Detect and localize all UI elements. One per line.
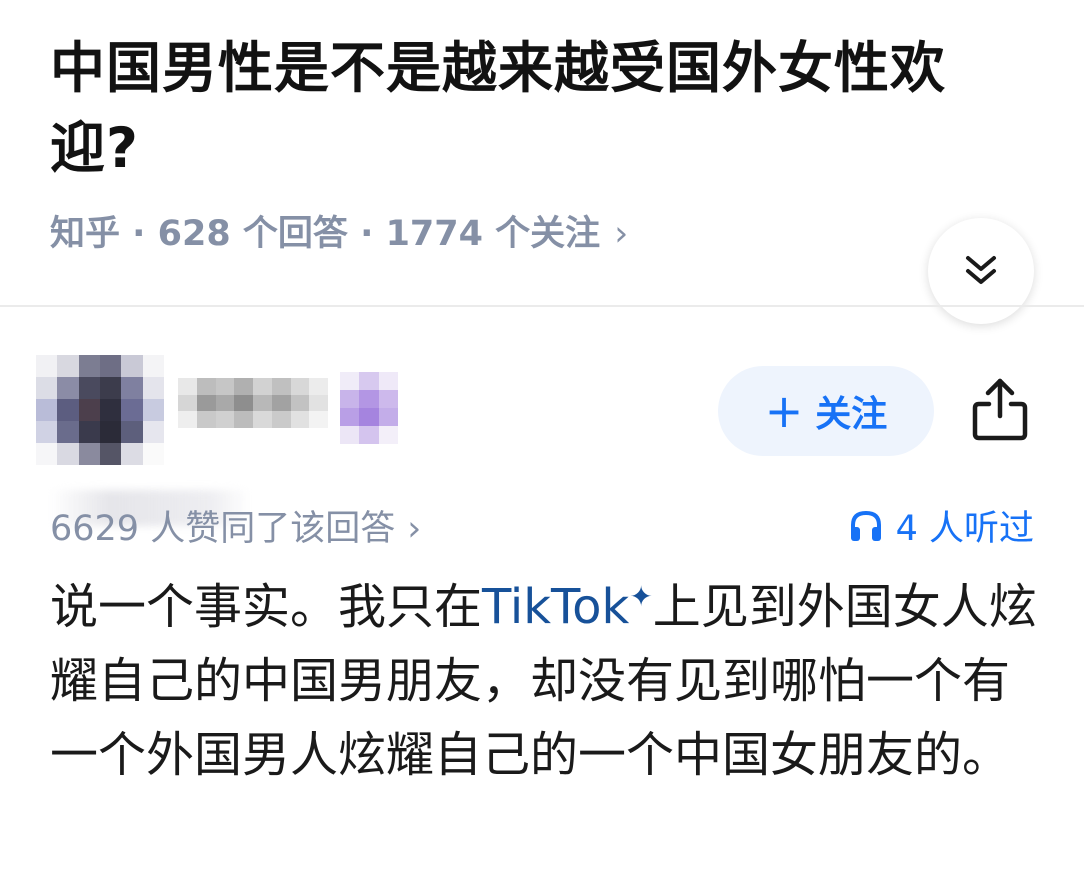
tiktok-link[interactable]: TikTok	[482, 579, 629, 635]
headphones-icon	[850, 510, 881, 541]
author-avatar[interactable]	[36, 355, 164, 465]
answer-text-prefix: 说一个事实。我只在	[50, 579, 483, 635]
chevron-right-icon: ›	[407, 509, 422, 549]
endorsement-text: 6629 人赞同了该回答	[50, 509, 396, 549]
section-divider	[0, 305, 1084, 307]
listen-text: 4 人听过	[895, 509, 1034, 549]
endorsement-count[interactable]: 6629 人赞同了该回答 ›	[50, 500, 421, 551]
question-meta[interactable]: 知乎 · 628 个回答 · 1774 个关注 ›	[50, 205, 628, 256]
question-stats: 知乎 · 628 个回答 · 1774 个关注	[50, 214, 601, 254]
share-button[interactable]	[968, 372, 1032, 446]
follow-label: 关注	[815, 394, 888, 435]
double-chevron-down-icon	[966, 256, 996, 284]
expand-button[interactable]	[928, 218, 1034, 324]
chevron-right-icon: ›	[614, 214, 629, 254]
author-name[interactable]	[178, 378, 328, 428]
author-badge	[340, 372, 398, 444]
answer-body: 说一个事实。我只在TikTok✦上见到外国女人炫耀自己的中国男朋友，却没有见到哪…	[50, 570, 1040, 792]
question-title: 中国男性是不是越来越受国外女性欢迎?	[50, 36, 947, 180]
follow-button[interactable]: + 关注	[718, 366, 934, 456]
listen-count[interactable]: 4 人听过	[848, 500, 1034, 551]
sparkle-icon: ✦	[629, 580, 653, 613]
plus-icon: +	[764, 384, 804, 438]
share-icon	[972, 378, 1028, 441]
